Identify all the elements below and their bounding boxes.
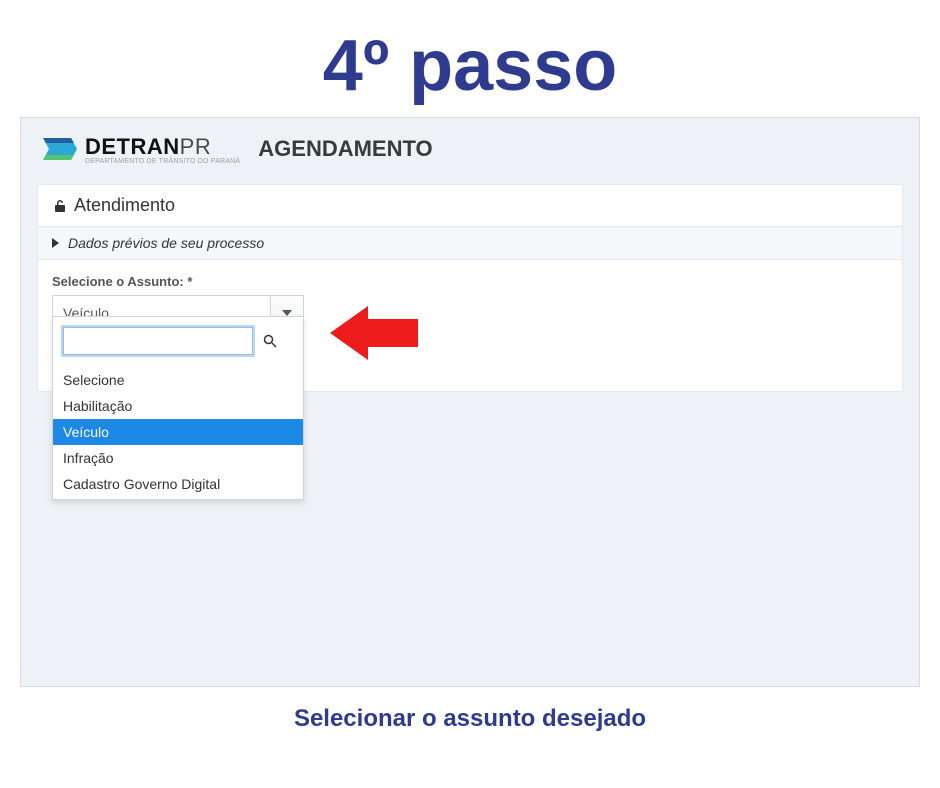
logo: DETRANPR DEPARTAMENTO DE TRÂNSITO DO PAR… [41, 132, 240, 166]
dropdown-option[interactable]: Selecione [53, 367, 303, 393]
collapse-label: Dados prévios de seu processo [68, 235, 264, 251]
dropdown-option[interactable]: Infração [53, 445, 303, 471]
dropdown-search-input[interactable] [63, 327, 253, 355]
form-area: Selecione o Assunto: * Veículo [38, 260, 902, 391]
card-title: Atendimento [74, 195, 175, 216]
assunto-label: Selecione o Assunto: * [52, 274, 888, 289]
detran-logo-icon [41, 132, 79, 166]
app-panel: DETRANPR DEPARTAMENTO DE TRÂNSITO DO PAR… [20, 117, 920, 687]
dropdown-search-row [53, 323, 303, 361]
logo-brand-bold: DETRAN [85, 134, 180, 159]
search-icon[interactable] [263, 334, 277, 348]
step-title: 4º passo [0, 0, 940, 117]
page-title: AGENDAMENTO [258, 136, 432, 162]
app-header: DETRANPR DEPARTAMENTO DE TRÂNSITO DO PAR… [21, 118, 919, 184]
collapse-toggle[interactable]: Dados prévios de seu processo [38, 226, 902, 260]
hint-arrow-icon [330, 304, 420, 367]
card-title-row: Atendimento [38, 185, 902, 226]
logo-subtext: DEPARTAMENTO DE TRÂNSITO DO PARANÁ [85, 158, 240, 165]
caret-right-icon [52, 238, 60, 248]
dropdown-option[interactable]: Habilitação [53, 393, 303, 419]
logo-text: DETRANPR DEPARTAMENTO DE TRÂNSITO DO PAR… [85, 134, 240, 165]
content-card: Atendimento Dados prévios de seu process… [37, 184, 903, 392]
dropdown-option-list: SelecioneHabilitaçãoVeículoInfraçãoCadas… [53, 361, 303, 497]
assunto-dropdown-panel: SelecioneHabilitaçãoVeículoInfraçãoCadas… [52, 316, 304, 500]
step-caption: Selecionar o assunto desejado [0, 705, 940, 733]
dropdown-option[interactable]: Veículo [53, 419, 303, 445]
unlock-icon [52, 198, 68, 214]
logo-brand-light: PR [180, 134, 212, 159]
dropdown-option[interactable]: Cadastro Governo Digital [53, 471, 303, 497]
